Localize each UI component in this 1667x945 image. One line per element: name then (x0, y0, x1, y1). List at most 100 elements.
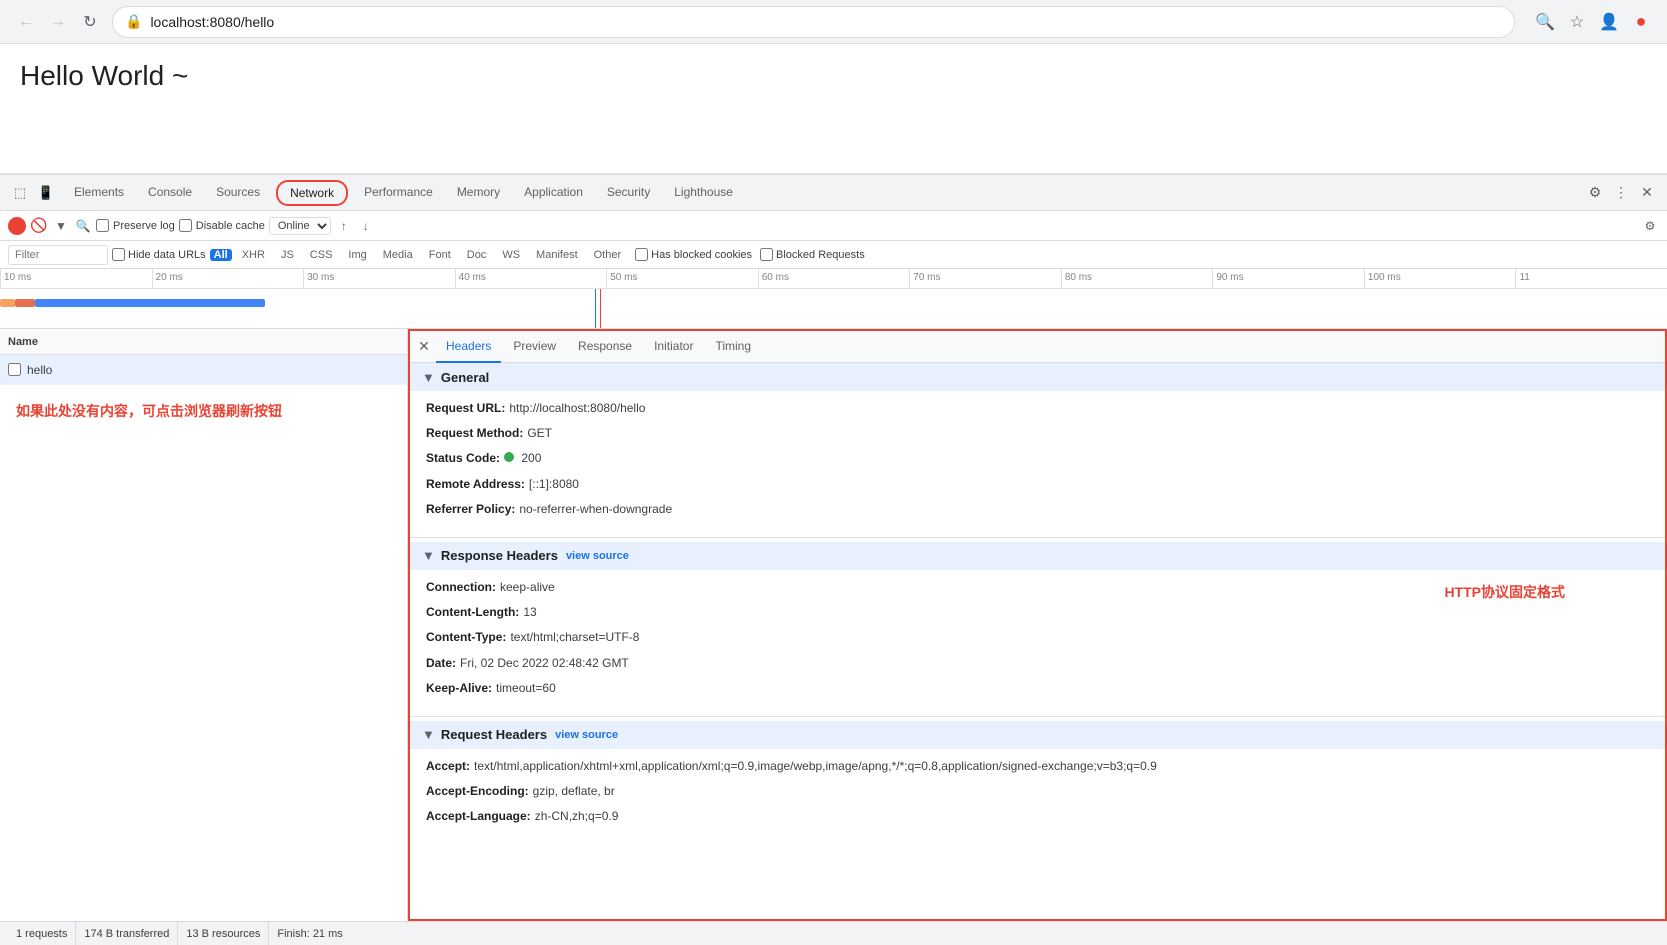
tab-lighthouse[interactable]: Lighthouse (662, 175, 745, 211)
details-close-button[interactable]: ✕ (414, 337, 434, 357)
referrer-policy-value: no-referrer-when-downgrade (519, 500, 672, 519)
disable-cache-label[interactable]: Disable cache (179, 219, 265, 232)
import-har-button[interactable]: ↑ (335, 217, 353, 235)
devtools-more-button[interactable]: ⋮ (1609, 181, 1633, 205)
filter-css[interactable]: CSS (304, 245, 339, 265)
general-referrer-policy-row: Referrer Policy: no-referrer-when-downgr… (426, 500, 1649, 519)
bookmark-button[interactable]: ☆ (1563, 8, 1591, 36)
tick-50ms: 50 ms (606, 269, 758, 288)
blocked-requests-label[interactable]: Blocked Requests (760, 248, 865, 261)
content-type-key: Content-Type: (426, 628, 506, 647)
devtools-close-button[interactable]: ✕ (1635, 181, 1659, 205)
response-content-type-row: Content-Type: text/html;charset=UTF-8 (426, 628, 1649, 647)
tab-sources[interactable]: Sources (204, 175, 272, 211)
has-blocked-cookies-label[interactable]: Has blocked cookies (635, 248, 752, 261)
details-tab-timing[interactable]: Timing (705, 331, 761, 363)
filter-font[interactable]: Font (423, 245, 457, 265)
page-content: Hello World ~ (0, 44, 1667, 174)
general-request-method-row: Request Method: GET (426, 424, 1649, 443)
filter-input[interactable] (8, 245, 108, 265)
status-dot-icon (504, 452, 514, 462)
preserve-log-checkbox[interactable] (96, 219, 109, 232)
all-filter-badge[interactable]: All (210, 249, 232, 261)
request-headers-section-title: Request Headers (441, 727, 547, 742)
tick-11: 11 (1515, 269, 1667, 288)
status-bar: 1 requests 174 B transferred 13 B resour… (0, 921, 1667, 945)
request-accept-encoding-row: Accept-Encoding: gzip, deflate, br (426, 782, 1649, 801)
browser-actions: 🔍 ☆ 👤 ● (1531, 8, 1655, 36)
response-keep-alive-row: Keep-Alive: timeout=60 (426, 679, 1649, 698)
tick-10ms: 10 ms (0, 269, 152, 288)
hide-data-urls-checkbox[interactable] (112, 248, 125, 261)
request-headers-section-header[interactable]: ▼ Request Headers view source (410, 721, 1665, 749)
throttle-select[interactable]: Online (269, 217, 331, 235)
tab-performance[interactable]: Performance (352, 175, 445, 211)
tab-memory[interactable]: Memory (445, 175, 512, 211)
filter-js[interactable]: JS (275, 245, 300, 265)
headers-content: ▼ General Request URL: http://localhost:… (410, 363, 1665, 840)
filter-media[interactable]: Media (377, 245, 419, 265)
tab-network[interactable]: Network (276, 180, 348, 206)
devtools-tab-bar: ⬚ 📱 Elements Console Sources Network Per… (0, 175, 1667, 211)
tab-security[interactable]: Security (595, 175, 662, 211)
record-button[interactable] (8, 217, 26, 235)
general-toggle-icon: ▼ (422, 370, 435, 385)
tick-70ms: 70 ms (909, 269, 1061, 288)
content-length-value: 13 (523, 603, 536, 622)
disable-cache-checkbox[interactable] (179, 219, 192, 232)
status-requests: 1 requests (8, 922, 76, 945)
request-headers-view-source[interactable]: view source (555, 729, 618, 741)
file-checkbox[interactable] (8, 363, 21, 376)
details-tab-response[interactable]: Response (568, 331, 642, 363)
chrome-menu-button[interactable]: ● (1627, 8, 1655, 36)
devtools-settings-button[interactable]: ⚙ (1583, 181, 1607, 205)
filter-ws[interactable]: WS (496, 245, 526, 265)
url-text: localhost:8080/hello (150, 14, 1502, 30)
blocked-requests-checkbox[interactable] (760, 248, 773, 261)
address-bar[interactable]: 🔒 localhost:8080/hello (112, 6, 1515, 38)
network-settings-button[interactable]: ⚙ (1641, 217, 1659, 235)
accept-value: text/html,application/xhtml+xml,applicat… (474, 757, 1157, 776)
filter-img[interactable]: Img (342, 245, 372, 265)
response-headers-section-header[interactable]: ▼ Response Headers view source (410, 542, 1665, 570)
zoom-button[interactable]: 🔍 (1531, 8, 1559, 36)
general-remote-address-row: Remote Address: [::1]:8080 (426, 475, 1649, 494)
filter-doc[interactable]: Doc (461, 245, 493, 265)
search-button[interactable]: 🔍 (74, 217, 92, 235)
general-section-title: General (441, 370, 489, 385)
export-har-button[interactable]: ↓ (357, 217, 375, 235)
details-tab-headers[interactable]: Headers (436, 331, 501, 363)
back-button[interactable]: ← (12, 8, 40, 36)
request-accept-language-row: Accept-Language: zh-CN,zh;q=0.9 (426, 807, 1649, 826)
filter-button[interactable]: ▼ (52, 217, 70, 235)
general-section-header[interactable]: ▼ General (410, 363, 1665, 391)
filter-other[interactable]: Other (588, 245, 628, 265)
refresh-button[interactable]: ↻ (76, 8, 104, 36)
request-headers-section-body: Accept: text/html,application/xhtml+xml,… (410, 749, 1665, 841)
general-status-code-row: Status Code: 200 (426, 449, 1649, 468)
general-request-url-row: Request URL: http://localhost:8080/hello (426, 399, 1649, 418)
tick-80ms: 80 ms (1061, 269, 1213, 288)
details-tab-initiator[interactable]: Initiator (644, 331, 703, 363)
clear-button[interactable]: 🚫 (30, 217, 48, 235)
details-panel: ✕ Headers Preview Response Initiator Tim… (408, 329, 1667, 921)
date-key: Date: (426, 654, 456, 673)
filter-manifest[interactable]: Manifest (530, 245, 584, 265)
request-method-value: GET (527, 424, 552, 443)
hide-data-urls-label[interactable]: Hide data URLs (112, 248, 206, 261)
has-blocked-cookies-checkbox[interactable] (635, 248, 648, 261)
filter-xhr[interactable]: XHR (236, 245, 271, 265)
inspect-element-button[interactable]: ⬚ (8, 181, 32, 205)
profile-button[interactable]: 👤 (1595, 8, 1623, 36)
timeline-container: 10 ms 20 ms 30 ms 40 ms 50 ms 60 ms 70 m… (0, 269, 1667, 329)
response-headers-view-source[interactable]: view source (566, 550, 629, 562)
device-toolbar-button[interactable]: 📱 (34, 181, 58, 205)
tab-console[interactable]: Console (136, 175, 204, 211)
forward-button[interactable]: → (44, 8, 72, 36)
tab-application[interactable]: Application (512, 175, 595, 211)
tab-elements[interactable]: Elements (62, 175, 136, 211)
file-item-hello[interactable]: hello (0, 355, 407, 385)
preserve-log-label[interactable]: Preserve log (96, 219, 175, 232)
details-tab-preview[interactable]: Preview (503, 331, 566, 363)
request-method-key: Request Method: (426, 424, 523, 443)
